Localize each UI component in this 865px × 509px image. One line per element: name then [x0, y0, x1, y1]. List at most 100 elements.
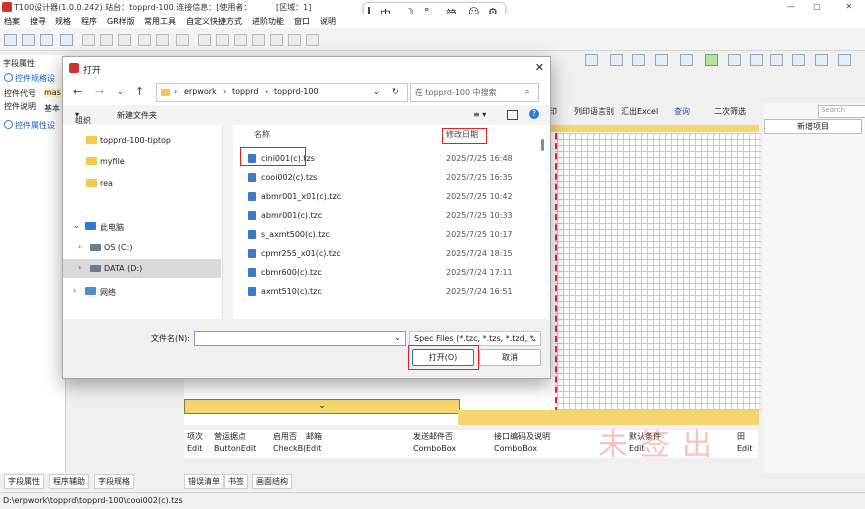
menu-file[interactable]: 档案	[4, 16, 20, 27]
align-left-icon[interactable]	[252, 34, 265, 46]
file-row[interactable]: abmr001_x01(c).tzc 2025/7/25 10:42	[233, 187, 543, 206]
menu-program[interactable]: 程序	[81, 16, 97, 27]
minimize-icon[interactable]: —	[780, 0, 802, 14]
col-header[interactable]: 营运据点	[214, 431, 246, 442]
undo-icon[interactable]	[138, 34, 151, 46]
nav-drive-d[interactable]: › DATA (D:)	[63, 259, 221, 278]
file-row[interactable]: abmr001(c).tzc 2025/7/25 10:33	[233, 206, 543, 225]
canvas-grid[interactable]	[555, 133, 761, 413]
file-row[interactable]: s_axmt500(c).tzc 2025/7/25 10:17	[233, 225, 543, 244]
scroll-thumb[interactable]	[541, 139, 544, 151]
new-folder-button[interactable]: 新建文件夹	[117, 110, 157, 121]
tab-bookmarks[interactable]: 书签	[224, 474, 248, 489]
secondary-filter-button[interactable]: 二次筛选	[714, 106, 746, 117]
align-middle-icon[interactable]	[216, 34, 229, 46]
breadcrumb-item[interactable]: topprd-100	[274, 87, 319, 96]
print-language-button[interactable]: 列印语言别	[574, 106, 614, 117]
column-name-header[interactable]: 名称	[254, 129, 270, 140]
open-folder-icon[interactable]	[4, 34, 17, 46]
help-icon[interactable]: ?	[529, 109, 539, 119]
refresh-icon[interactable]: ↻	[392, 87, 399, 96]
layout-icon-10[interactable]	[815, 54, 828, 66]
file-row[interactable]: cooi002(c).tzs 2025/7/25 16:35	[233, 168, 543, 187]
nav-folder-item[interactable]: topprd-100-tiptop	[63, 131, 221, 150]
paste-icon[interactable]	[118, 34, 131, 46]
nav-folder-item[interactable]: myfile	[63, 152, 221, 171]
chevron-right-icon[interactable]: ›	[78, 263, 81, 272]
new-icon[interactable]	[40, 34, 53, 46]
field-code-value[interactable]: mas	[44, 88, 61, 97]
chevron-right-icon[interactable]: ›	[78, 242, 81, 251]
tab-screen-structure[interactable]: 画面结构	[252, 474, 292, 489]
col-header[interactable]: 接口编码及说明	[494, 431, 550, 442]
filename-input[interactable]: ⌄	[194, 331, 406, 346]
forward-arrow-icon[interactable]: →	[95, 85, 104, 98]
col-header[interactable]: 发送邮件否	[413, 431, 453, 442]
table-cell[interactable]: Edit	[306, 444, 322, 453]
align-bottom-icon[interactable]	[234, 34, 247, 46]
collapse-icon[interactable]	[4, 73, 13, 82]
menu-common-tools[interactable]: 常用工具	[144, 16, 176, 27]
dialog-search-input[interactable]: 在 topprd-100 中搜索 ⌕	[410, 83, 539, 102]
menu-window[interactable]: 窗口	[294, 16, 310, 27]
menu-search[interactable]: 搜寻	[30, 16, 46, 27]
chevron-down-icon[interactable]: ⌄	[73, 221, 80, 230]
layout-icon-7[interactable]	[750, 54, 763, 66]
table-cell[interactable]: ComboBox	[494, 444, 537, 453]
right-search-input[interactable]: Search	[818, 105, 865, 118]
menu-spec[interactable]: 规格	[55, 16, 71, 27]
align-center-icon[interactable]	[270, 34, 283, 46]
table-cell[interactable]: ComboBox	[413, 444, 456, 453]
section-control-attr[interactable]: 控件属性设	[4, 120, 55, 131]
nav-network[interactable]: › 网络	[63, 282, 221, 301]
table-cell[interactable]: CheckB(	[273, 444, 306, 453]
export-excel-button[interactable]: 汇出Excel	[621, 106, 658, 117]
download-icon[interactable]	[705, 54, 718, 66]
col-header[interactable]: 邮箱	[306, 431, 322, 442]
chevron-down-icon[interactable]: ⌄	[373, 87, 380, 96]
nav-this-pc[interactable]: ⌄ 此电脑	[63, 217, 221, 236]
tool-icon[interactable]	[176, 34, 189, 46]
layout-icon-2[interactable]	[610, 54, 623, 66]
file-list-scrollbar[interactable]	[541, 127, 545, 317]
layout-icon-8[interactable]	[770, 54, 783, 66]
tab-error-list[interactable]: 错误清单	[184, 474, 224, 489]
layout-icon-11[interactable]	[838, 54, 851, 66]
layout-icon-6[interactable]	[728, 54, 741, 66]
layout-icon-1[interactable]	[585, 54, 598, 66]
layout-icon-3[interactable]	[632, 54, 645, 66]
save-icon[interactable]	[22, 34, 35, 46]
query-button[interactable]: 查询	[674, 106, 690, 117]
collapse-icon[interactable]	[4, 120, 13, 129]
align-top-icon[interactable]	[198, 34, 211, 46]
table-cell[interactable]: Edit	[737, 444, 753, 453]
cancel-button[interactable]: 取消	[479, 349, 541, 366]
up-arrow-icon[interactable]: ↑	[135, 85, 144, 98]
nav-folder-item[interactable]: rea	[63, 174, 221, 193]
layout-icon-4[interactable]	[655, 54, 668, 66]
chevron-right-icon[interactable]: ›	[73, 286, 76, 295]
filetype-select[interactable]: Spec Files (*.tzc, *.tzs, *.tzd, *. ⌄	[409, 331, 541, 346]
address-bar[interactable]: › erpwork › topprd › topprd-100 ⌄ ↻	[156, 83, 408, 102]
menu-gr-template[interactable]: GR样版	[107, 16, 135, 27]
file-row[interactable]: cbmr600(c).tzc 2025/7/24 17:11	[233, 263, 543, 282]
breadcrumb-item[interactable]: topprd	[232, 87, 258, 96]
tab-field-properties[interactable]: 字段属性	[4, 474, 44, 489]
layout-icon-9[interactable]	[792, 54, 805, 66]
chevron-down-icon[interactable]: ⌄	[530, 334, 537, 343]
tab-field-spec[interactable]: 字段规格	[94, 474, 134, 489]
organize-menu[interactable]: 组织 ▾	[75, 110, 91, 125]
preview-pane-icon[interactable]	[507, 110, 518, 120]
chevron-down-icon[interactable]: ⌄	[394, 333, 401, 342]
back-arrow-icon[interactable]: ←	[73, 85, 82, 98]
col-header[interactable]: 田	[737, 431, 745, 442]
menu-help[interactable]: 说明	[320, 16, 336, 27]
table-cell[interactable]: Edit	[187, 444, 203, 453]
layout-icon-5[interactable]	[680, 54, 693, 66]
file-row[interactable]: axmt510(c).tzc 2025/7/24 16:51	[233, 282, 543, 301]
tab-program-helper[interactable]: 程序辅助	[49, 474, 89, 489]
nav-drive-c[interactable]: › OS (C:)	[63, 238, 221, 257]
maximize-icon[interactable]: ▢	[806, 0, 828, 14]
breadcrumb-item[interactable]: erpwork	[184, 87, 217, 96]
chevron-down-icon[interactable]: ⌄	[117, 87, 124, 96]
